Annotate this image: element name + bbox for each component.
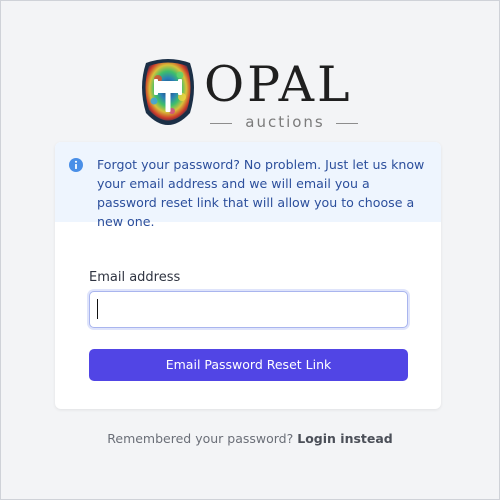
email-field[interactable]: [89, 291, 408, 328]
notice-text: Forgot your password? No problem. Just l…: [97, 157, 425, 229]
brand-wordmark: OPAL: [204, 56, 353, 113]
info-notice: Forgot your password? No problem. Just l…: [55, 142, 441, 229]
login-instead-link[interactable]: Login instead: [297, 431, 393, 446]
email-reset-link-button[interactable]: Email Password Reset Link: [89, 349, 408, 381]
login-prompt-text: Remembered your password?: [107, 431, 294, 446]
info-icon: [69, 158, 83, 172]
tagline-rule-right: [336, 123, 358, 124]
brand-tagline: auctions: [206, 113, 358, 131]
gavel-opal-logo-icon: [142, 59, 194, 125]
text-cursor: [97, 299, 98, 319]
tagline-text: auctions: [245, 113, 325, 131]
login-prompt: Remembered your password? Login instead: [0, 430, 500, 448]
password-reset-card: Forgot your password? No problem. Just l…: [55, 142, 441, 409]
opal-auctions-logo: OPAL auctions: [138, 57, 362, 135]
tagline-rule-left: [210, 123, 232, 124]
email-label: Email address: [89, 270, 181, 285]
